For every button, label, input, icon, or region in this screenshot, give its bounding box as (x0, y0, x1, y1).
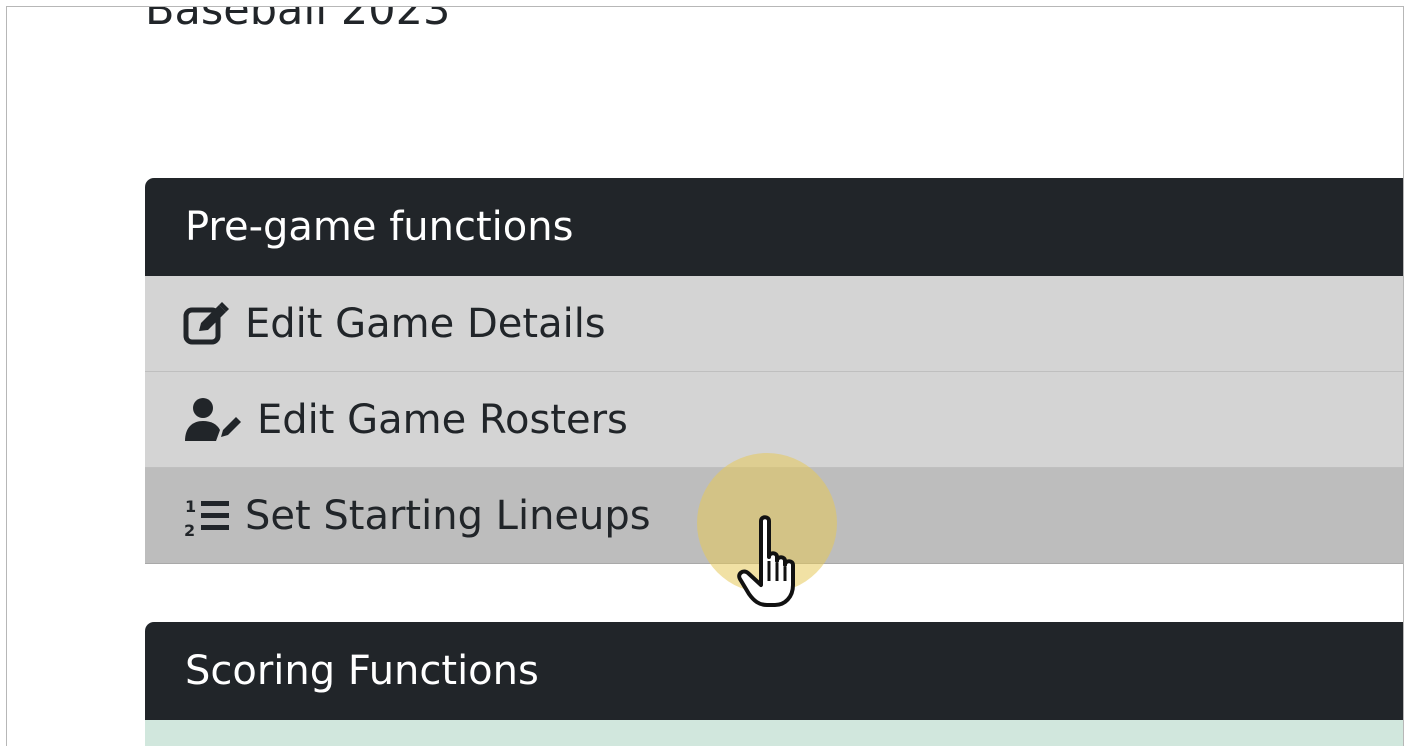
page-title: Baseball 2023 (145, 6, 451, 35)
browser-viewport: Baseball 2023 Pre-game functions Edit Ga… (6, 6, 1404, 746)
list-ordered-icon: 1 2 (183, 494, 231, 538)
edit-game-details-label: Edit Game Details (245, 300, 606, 347)
edit-game-rosters-link[interactable]: Edit Game Rosters (145, 372, 1403, 468)
scoring-list-item[interactable] (145, 720, 1403, 746)
edit-game-rosters-label: Edit Game Rosters (257, 396, 628, 443)
set-starting-lineups-link[interactable]: 1 2 Set Starting Lineups (145, 468, 1403, 564)
svg-text:1: 1 (185, 497, 196, 516)
pregame-functions-panel: Pre-game functions Edit Game Details Edi… (145, 178, 1403, 564)
svg-text:2: 2 (184, 521, 195, 538)
edit-square-icon (183, 301, 231, 347)
edit-game-details-link[interactable]: Edit Game Details (145, 276, 1403, 372)
set-starting-lineups-label: Set Starting Lineups (245, 492, 651, 539)
user-edit-icon (183, 397, 243, 443)
pregame-functions-header: Pre-game functions (145, 178, 1403, 276)
scoring-functions-header: Scoring Functions (145, 622, 1403, 720)
scoring-functions-panel: Scoring Functions (145, 622, 1403, 746)
